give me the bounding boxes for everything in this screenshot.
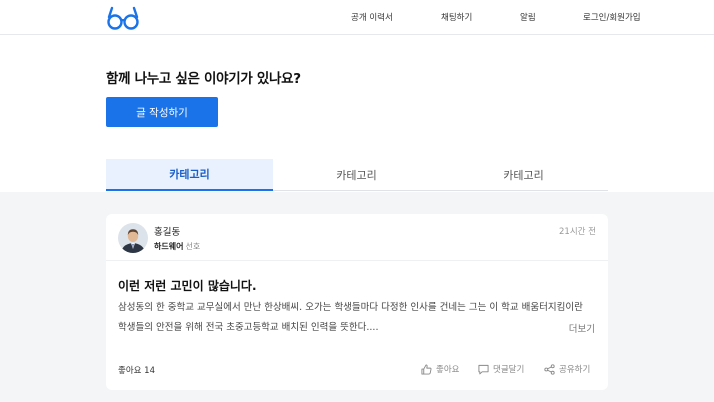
category-tabs: 카테고리 카테고리 카테고리 [106, 159, 608, 191]
compose-section: 함께 나누고 싶은 이야기가 있나요? 글 작성하기 카테고리 카테고리 카테고… [0, 35, 714, 192]
comment-button[interactable]: 댓글달기 [478, 362, 524, 376]
author-name[interactable]: 홍길동 [154, 224, 180, 238]
post-timestamp: 21시간 전 [559, 227, 596, 237]
avatar[interactable] [118, 223, 148, 253]
like-button[interactable]: 좋아요 [421, 362, 459, 376]
share-button[interactable]: 공유하기 [544, 362, 590, 376]
divider [106, 260, 608, 261]
nav-chat[interactable]: 채팅하기 [441, 11, 472, 23]
like-count: 좋아요 14 [118, 366, 155, 376]
nav-notifications[interactable]: 알림 [520, 11, 536, 23]
nav-public-resume[interactable]: 공개 이력서 [351, 11, 393, 23]
tab-category-3[interactable]: 카테고리 [440, 159, 607, 191]
comment-icon [478, 364, 489, 374]
top-navbar: 공개 이력서 채팅하기 알림 로그인/회원가입 [0, 0, 714, 35]
post-card: 홍길동 하드웨어 선호 21시간 전 이런 저런 고민이 많습니다. 삼성동의 한… [106, 214, 608, 390]
write-post-button[interactable]: 글 작성하기 [106, 97, 218, 127]
glasses-logo-icon[interactable] [106, 5, 140, 31]
post-body: 삼성동의 한 중학교 교무실에서 만난 한상배씨. 오가는 학생들마다 다정한 … [118, 302, 583, 333]
thumbs-up-icon [421, 363, 432, 375]
nav-login-signup[interactable]: 로그인/회원가입 [583, 11, 641, 23]
compose-prompt: 함께 나누고 싶은 이야기가 있나요? [106, 71, 301, 87]
tab-category-2[interactable]: 카테고리 [273, 159, 440, 191]
tab-category-1[interactable]: 카테고리 [106, 159, 273, 191]
author-role-suffix: 선호 [185, 242, 201, 251]
share-icon [544, 363, 555, 375]
read-more-link[interactable]: 더보기 [569, 321, 595, 335]
post-title[interactable]: 이런 저런 고민이 많습니다. [118, 277, 257, 294]
author-role: 하드웨어 선호 [154, 242, 201, 251]
